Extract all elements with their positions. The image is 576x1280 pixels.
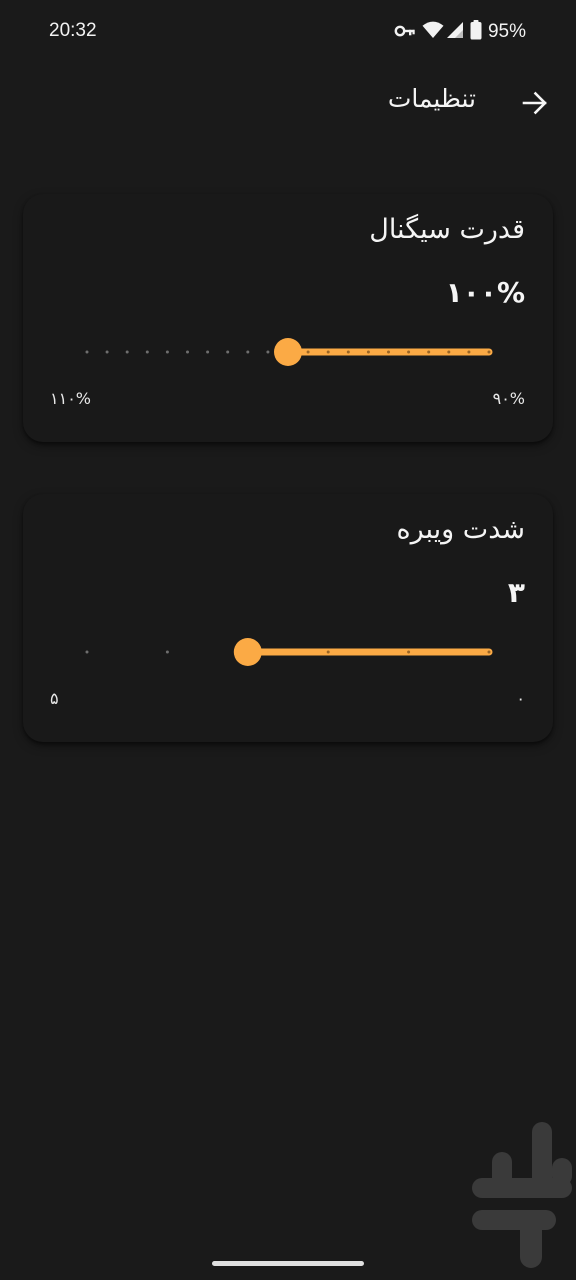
app-bar: تنظیمات [0,70,576,136]
slider-tick [206,350,210,354]
battery-percentage: 95% [487,21,526,42]
back-button[interactable] [518,86,552,120]
status-time: 20:32 [49,20,97,41]
slider-tick [186,350,189,354]
home-indicator[interactable] [212,1261,364,1266]
signal-strength-min-label: ۹۰% [492,389,525,408]
slider-tick [487,650,491,654]
slider-tick [346,350,350,354]
slider-tick [226,350,230,354]
slider-tick [407,350,411,354]
slider-tick [85,350,89,354]
slider-tick [427,350,431,354]
slider-tick [487,350,491,354]
cellular-signal-icon [446,21,464,43]
vpn-key-icon [394,23,416,42]
slider-tick [387,350,390,354]
vibration-intensity-card: شدت ویبره ۳ ۵ ۰ [23,494,553,742]
vibration-intensity-min-label: ۰ [516,689,525,708]
status-icons: 95% [394,20,526,44]
slider-tick [447,350,451,354]
vibration-intensity-slider[interactable] [23,494,553,742]
slider-tick [85,650,89,654]
signal-strength-card: قدرت سیگنال ۱۰۰% ۱۱۰% ۹۰% [23,194,553,442]
slider-tick [326,350,330,354]
slider-tick [306,350,310,354]
slider-tick [366,350,370,354]
slider-thumb[interactable] [274,338,302,366]
signal-strength-max-label: ۱۱۰% [50,389,91,408]
screen: 20:32 95% تنظیمات قدرت سیگنال ۱۰۰% ۱۱۰% … [0,0,576,1280]
slider-tick [407,650,411,654]
page-title: تنظیمات [387,84,476,113]
battery-icon [470,20,482,44]
vibration-intensity-max-label: ۵ [50,689,59,708]
slider-tick [125,350,129,354]
slider-tick [246,350,250,354]
status-bar: 20:32 95% [0,0,576,64]
cafebazaar-logo-icon [472,1122,572,1268]
slider-tick [326,650,330,654]
slider-thumb[interactable] [233,638,262,666]
slider-tick [467,350,471,354]
signal-strength-slider[interactable] [23,194,553,442]
slider-tick [165,650,169,654]
arrow-icon [522,91,547,115]
wifi-icon [422,21,444,43]
slider-tick [266,350,270,354]
slider-tick [105,350,109,354]
slider-tick [165,350,169,354]
slider-tick [145,350,149,354]
